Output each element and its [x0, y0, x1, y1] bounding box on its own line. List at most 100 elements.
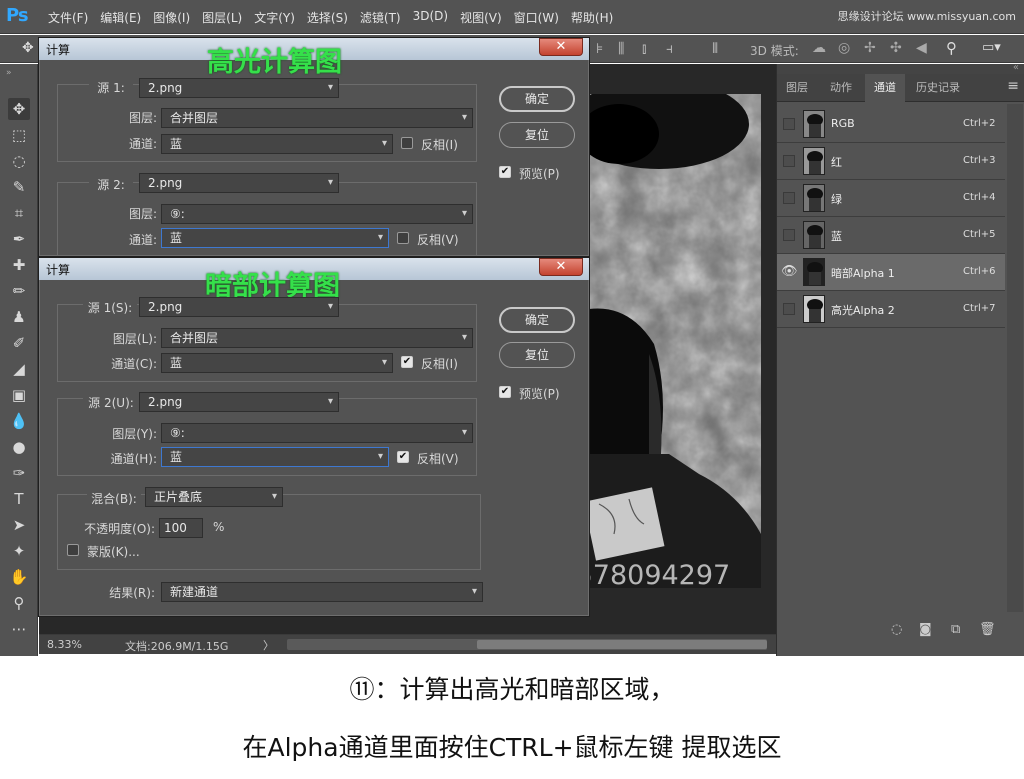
preview-checkbox[interactable]: ✔: [499, 166, 511, 178]
eye-icon[interactable]: [783, 155, 795, 167]
collapse-icon[interactable]: »: [6, 68, 12, 78]
channel2-select[interactable]: 蓝 ▾: [161, 228, 389, 248]
new-channel-icon[interactable]: ⧉: [951, 622, 960, 637]
lasso-tool-icon[interactable]: ◌: [8, 150, 30, 172]
tab-actions[interactable]: 动作: [819, 74, 863, 102]
menu-layer[interactable]: 图层(L): [202, 9, 242, 26]
eye-icon[interactable]: [783, 303, 795, 315]
eye-icon[interactable]: 👁: [781, 265, 798, 279]
zoom-level[interactable]: 8.33%: [47, 638, 82, 651]
horizontal-scrollbar[interactable]: [287, 639, 767, 650]
tab-channels[interactable]: 通道: [865, 74, 905, 102]
channel1-select[interactable]: 蓝 ▾: [161, 353, 393, 373]
align-middle-icon[interactable]: ⫾: [642, 41, 646, 57]
layer2-select[interactable]: ⑨: ▾: [161, 423, 473, 443]
channel-row[interactable]: 红 Ctrl+3: [777, 143, 1005, 180]
video-3d-icon[interactable]: ◀: [916, 40, 927, 56]
menu-image[interactable]: 图像(I): [153, 9, 190, 26]
orbit-3d-icon[interactable]: ☁: [812, 40, 826, 56]
move-tool-icon[interactable]: ✥: [8, 98, 30, 120]
channel-row[interactable]: 👁 暗部Alpha 1 Ctrl+6: [777, 254, 1005, 291]
align-center-icon[interactable]: ⫼: [618, 41, 624, 57]
ok-button[interactable]: 确定: [499, 307, 575, 333]
tab-layers[interactable]: 图层: [777, 74, 817, 102]
menu-edit[interactable]: 编辑(E): [100, 9, 141, 26]
invert2-checkbox[interactable]: [397, 232, 409, 244]
menu-help[interactable]: 帮助(H): [571, 9, 613, 26]
source1-select[interactable]: 2.png ▾: [139, 297, 339, 317]
source1-select[interactable]: 2.png ▾: [139, 78, 339, 98]
load-selection-icon[interactable]: ◌: [891, 622, 902, 637]
mask-label[interactable]: 蒙版(K)...: [87, 543, 140, 560]
source2-select[interactable]: 2.png ▾: [139, 392, 339, 412]
save-selection-icon[interactable]: ◙: [919, 622, 932, 637]
tab-history[interactable]: 历史记录: [907, 74, 969, 102]
search-icon[interactable]: ⚲: [946, 39, 957, 57]
menu-filter[interactable]: 滤镜(T): [360, 9, 401, 26]
dodge-tool-icon[interactable]: ●: [8, 436, 30, 458]
panel-menu-icon[interactable]: ≡: [1007, 78, 1019, 94]
pan-3d-icon[interactable]: ✢: [864, 40, 876, 56]
distribute-icon[interactable]: ⦀: [712, 41, 718, 57]
reset-button[interactable]: 复位: [499, 122, 575, 148]
delete-channel-icon[interactable]: 🗑: [979, 622, 996, 637]
layer1-select[interactable]: 合并图层 ▾: [161, 328, 473, 348]
pen-tool-icon[interactable]: ✑: [8, 462, 30, 484]
menu-window[interactable]: 窗口(W): [514, 9, 559, 26]
gradient-tool-icon[interactable]: ▣: [8, 384, 30, 406]
channel-row[interactable]: 蓝 Ctrl+5: [777, 217, 1005, 254]
channel-row[interactable]: 绿 Ctrl+4: [777, 180, 1005, 217]
shape-tool-icon[interactable]: ✦: [8, 540, 30, 562]
source2-select[interactable]: 2.png ▾: [139, 173, 339, 193]
roll-3d-icon[interactable]: ◎: [838, 40, 850, 56]
crop-tool-icon[interactable]: ⌗: [8, 202, 30, 224]
collapse-icon[interactable]: «: [1013, 62, 1019, 73]
marquee-tool-icon[interactable]: ⬚: [8, 124, 30, 146]
eye-icon[interactable]: [783, 229, 795, 241]
layer1-select[interactable]: 合并图层 ▾: [161, 108, 473, 128]
close-icon[interactable]: ✕: [539, 258, 583, 276]
document-image[interactable]: [589, 94, 761, 588]
slide-3d-icon[interactable]: ✣: [890, 40, 902, 56]
preview-checkbox[interactable]: ✔: [499, 386, 511, 398]
zoom-tool-icon[interactable]: ⚲: [8, 592, 30, 614]
channel-row[interactable]: 高光Alpha 2 Ctrl+7: [777, 291, 1005, 328]
eye-icon[interactable]: [783, 192, 795, 204]
menu-3d[interactable]: 3D(D): [413, 9, 448, 26]
path-select-icon[interactable]: ➤: [8, 514, 30, 536]
align-right-icon[interactable]: ⫞: [666, 41, 673, 57]
healing-tool-icon[interactable]: ✚: [8, 254, 30, 276]
ok-button[interactable]: 确定: [499, 86, 575, 112]
quick-select-tool-icon[interactable]: ✎: [8, 176, 30, 198]
scroll-thumb[interactable]: [477, 640, 767, 649]
reset-button[interactable]: 复位: [499, 342, 575, 368]
eraser-tool-icon[interactable]: ◢: [8, 358, 30, 380]
blur-tool-icon[interactable]: 💧: [8, 410, 30, 432]
menu-view[interactable]: 视图(V): [460, 9, 502, 26]
status-menu-arrow[interactable]: 〉: [263, 637, 274, 653]
move-tool-icon[interactable]: ✥: [22, 40, 34, 56]
layer2-select[interactable]: ⑨: ▾: [161, 204, 473, 224]
type-tool-icon[interactable]: T: [8, 488, 30, 510]
invert2-checkbox[interactable]: ✔: [397, 451, 409, 463]
invert1-checkbox[interactable]: [401, 137, 413, 149]
opacity-input[interactable]: 100: [159, 518, 203, 538]
panel-scrollbar[interactable]: [1007, 104, 1023, 612]
invert1-checkbox[interactable]: ✔: [401, 356, 413, 368]
brush-tool-icon[interactable]: ✏: [8, 280, 30, 302]
hand-tool-icon[interactable]: ✋: [8, 566, 30, 588]
eyedropper-tool-icon[interactable]: ✒: [8, 228, 30, 250]
mask-checkbox[interactable]: [67, 544, 79, 556]
menu-select[interactable]: 选择(S): [307, 9, 348, 26]
channel-row[interactable]: RGB Ctrl+2: [777, 106, 1005, 143]
more-tools-icon[interactable]: ⋯: [8, 618, 30, 640]
blend-select[interactable]: 正片叠底 ▾: [145, 487, 283, 507]
workspace-icon[interactable]: ▭▾: [982, 40, 1001, 55]
align-icon[interactable]: ⊧: [596, 41, 603, 57]
result-select[interactable]: 新建通道 ▾: [161, 582, 483, 602]
menu-file[interactable]: 文件(F): [48, 9, 88, 26]
channel1-select[interactable]: 蓝 ▾: [161, 134, 393, 154]
eye-icon[interactable]: [783, 118, 795, 130]
stamp-tool-icon[interactable]: ♟: [8, 306, 30, 328]
history-brush-icon[interactable]: ✐: [8, 332, 30, 354]
